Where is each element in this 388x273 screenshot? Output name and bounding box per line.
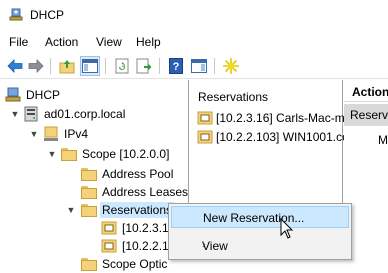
toolbar: ? bbox=[0, 53, 388, 79]
server-icon bbox=[24, 106, 38, 122]
tree-item-dhcp-root[interactable]: DHCP bbox=[5, 86, 62, 104]
show-hide-tree-icon[interactable] bbox=[80, 56, 100, 76]
reservation-icon bbox=[101, 221, 117, 235]
up-folder-icon[interactable] bbox=[57, 56, 77, 76]
mmc-window: DHCP File Action View Help ? DHCP ▼ ad01… bbox=[0, 0, 388, 271]
tree-label: DHCP bbox=[26, 88, 61, 102]
list-item-label: [10.2.3.16] Carls-Mac-m bbox=[216, 111, 345, 125]
back-arrow-icon[interactable] bbox=[5, 56, 25, 76]
chevron-right-icon: › bbox=[202, 239, 206, 251]
list-item[interactable]: [10.2.2.103] WIN1001.con bbox=[197, 128, 355, 146]
mouse-cursor-icon bbox=[280, 218, 294, 239]
new-star-icon[interactable] bbox=[221, 56, 241, 76]
view-menu-item[interactable]: View › bbox=[171, 235, 349, 257]
tree-item-address-pool[interactable]: Address Pool bbox=[81, 165, 175, 183]
chevron-down-icon[interactable]: ▼ bbox=[10, 109, 20, 119]
export-list-icon[interactable] bbox=[134, 56, 154, 76]
folder-icon bbox=[81, 167, 97, 181]
list-item[interactable]: [10.2.3.16] Carls-Mac-m bbox=[197, 109, 345, 127]
toolbar-separator bbox=[105, 58, 106, 74]
actions-title: Action bbox=[352, 85, 388, 99]
folder-icon bbox=[81, 185, 97, 199]
actions-header: Action bbox=[344, 80, 388, 102]
folder-icon bbox=[81, 203, 97, 217]
dhcp-app-icon bbox=[9, 8, 23, 21]
tree-label: Scope [10.2.0.0] bbox=[82, 147, 170, 161]
tree-label: Scope Optic bbox=[102, 257, 168, 271]
toolbar-separator bbox=[214, 58, 215, 74]
menu-file[interactable]: File bbox=[9, 35, 28, 49]
svg-text:?: ? bbox=[173, 61, 180, 73]
folder-icon bbox=[61, 147, 77, 161]
help-icon[interactable]: ? bbox=[166, 56, 186, 76]
tree-item-reservation[interactable]: [10.2.2.1 bbox=[101, 237, 171, 255]
toolbar-separator bbox=[159, 58, 160, 74]
dhcp-root-icon bbox=[5, 87, 21, 102]
reservation-icon bbox=[197, 111, 213, 125]
tree-label-selected: Reservations bbox=[100, 202, 175, 218]
chevron-down-icon[interactable]: ▼ bbox=[47, 149, 57, 159]
properties-icon[interactable] bbox=[189, 56, 209, 76]
actions-more-link[interactable]: M bbox=[378, 133, 388, 147]
tree-label: [10.2.3.1 bbox=[122, 221, 169, 235]
console-tree: DHCP ▼ ad01.corp.local ▼ IPv4 ▼ Scope [1… bbox=[0, 80, 190, 271]
menu-help[interactable]: Help bbox=[136, 35, 161, 49]
tree-item-scope-options[interactable]: Scope Optic bbox=[81, 255, 169, 273]
reservation-icon bbox=[197, 130, 213, 144]
tree-item-address-leases[interactable]: Address Leases bbox=[81, 183, 190, 201]
tree-label: Address Leases bbox=[102, 185, 189, 199]
chevron-down-icon[interactable]: ▼ bbox=[29, 129, 39, 139]
menu-view[interactable]: View bbox=[96, 35, 122, 49]
new-reservation-menu-item[interactable]: New Reservation... bbox=[171, 206, 349, 228]
actions-section-reservations[interactable]: Reserv bbox=[344, 104, 388, 126]
window-title: DHCP bbox=[30, 8, 65, 22]
tree-item-reservation[interactable]: [10.2.3.1 bbox=[101, 219, 171, 237]
menu-bar: File Action View Help bbox=[0, 31, 388, 53]
toolbar-separator bbox=[50, 58, 51, 74]
tree-label: ad01.corp.local bbox=[44, 107, 126, 121]
title-bar: DHCP bbox=[0, 0, 388, 31]
refresh-icon[interactable] bbox=[112, 56, 132, 76]
results-header: Reservations bbox=[198, 90, 269, 104]
tree-label: IPv4 bbox=[64, 127, 89, 141]
list-item-label: [10.2.2.103] WIN1001.con bbox=[216, 130, 356, 144]
tree-item-scope[interactable]: Scope [10.2.0.0] bbox=[61, 145, 171, 163]
tree-item-ipv4[interactable]: IPv4 bbox=[43, 125, 90, 143]
ipv4-icon bbox=[44, 126, 58, 141]
chevron-down-icon[interactable]: ▼ bbox=[66, 205, 76, 215]
context-menu: New Reservation... View › bbox=[168, 203, 352, 260]
tree-label: [10.2.2.1 bbox=[122, 239, 169, 253]
tree-item-server[interactable]: ad01.corp.local bbox=[23, 105, 127, 123]
forward-arrow-icon[interactable] bbox=[26, 56, 46, 76]
folder-icon bbox=[81, 257, 97, 271]
menu-action[interactable]: Action bbox=[45, 35, 78, 49]
tree-item-reservations[interactable]: Reservations bbox=[81, 201, 175, 219]
tree-label: Address Pool bbox=[102, 167, 174, 181]
actions-section-label: Reserv bbox=[350, 108, 388, 122]
reservation-icon bbox=[101, 239, 117, 253]
